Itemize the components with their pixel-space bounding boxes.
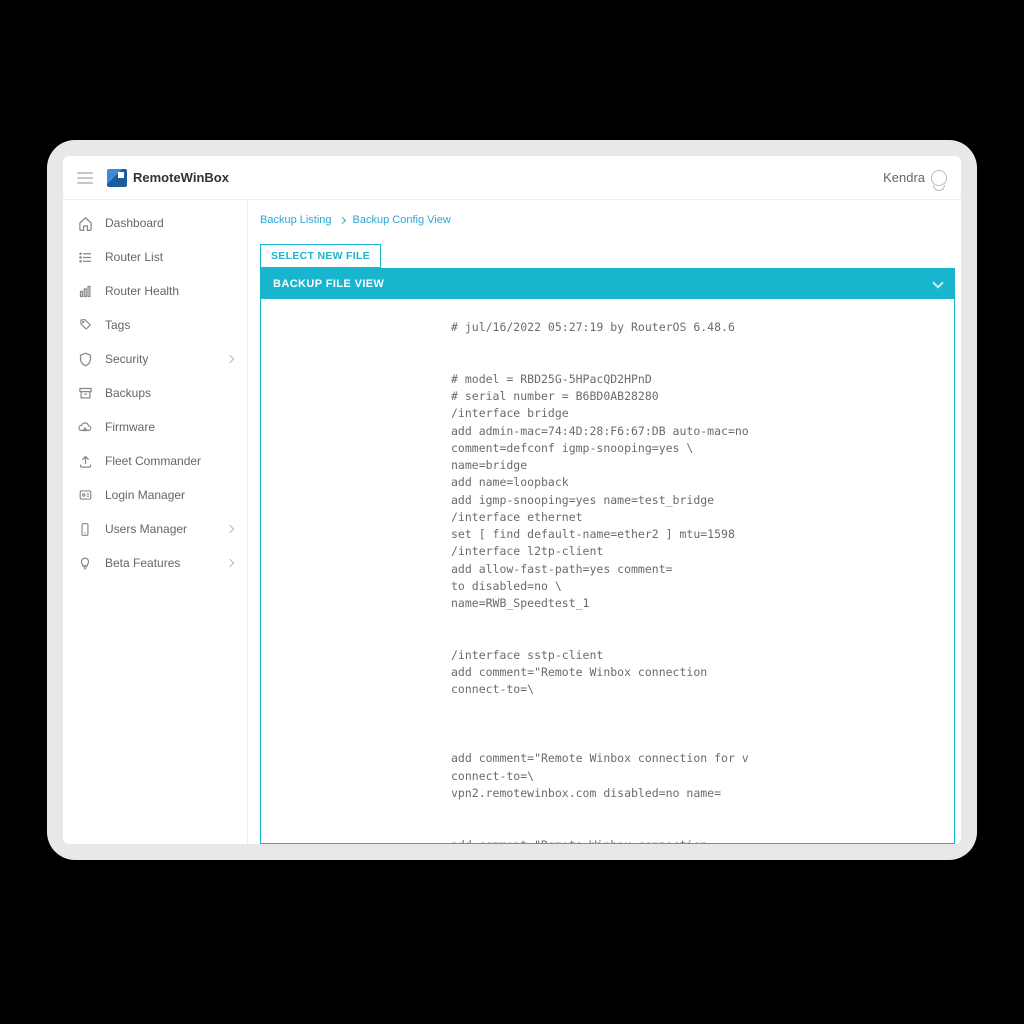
sidebar-item-router-list[interactable]: Router List <box>63 240 247 274</box>
list-icon <box>77 249 93 265</box>
sidebar-item-users-manager[interactable]: Users Manager <box>63 512 247 546</box>
shield-icon <box>77 351 93 367</box>
chevron-right-icon <box>339 216 346 223</box>
backup-file-view-panel: BACKUP FILE VIEW # jul/16/2022 05:27:19 … <box>260 268 955 844</box>
topbar: RemoteWinBox Kendra <box>63 156 961 200</box>
select-new-file-button[interactable]: SELECT NEW FILE <box>260 244 381 268</box>
breadcrumb: Backup Listing Backup Config View <box>260 214 955 226</box>
cloud-icon <box>77 419 93 435</box>
users-icon <box>77 521 93 537</box>
sidebar-item-label: Login Manager <box>105 488 185 502</box>
avatar-icon[interactable] <box>931 170 947 186</box>
menu-icon[interactable] <box>77 172 93 184</box>
home-icon <box>77 215 93 231</box>
sidebar-item-firmware[interactable]: Firmware <box>63 410 247 444</box>
sidebar-item-beta-features[interactable]: Beta Features <box>63 546 247 580</box>
chevron-right-icon <box>226 559 234 567</box>
app-screen: RemoteWinBox Kendra Dashboard Router Lis… <box>63 156 961 844</box>
sidebar: Dashboard Router List Router Health Tags… <box>63 200 248 844</box>
sidebar-item-label: Dashboard <box>105 216 164 230</box>
chevron-right-icon <box>226 525 234 533</box>
sidebar-item-tags[interactable]: Tags <box>63 308 247 342</box>
breadcrumb-backup-config-view[interactable]: Backup Config View <box>353 214 451 226</box>
chevron-right-icon <box>226 355 234 363</box>
user-name[interactable]: Kendra <box>883 170 925 185</box>
main-content: Backup Listing Backup Config View SELECT… <box>248 200 961 844</box>
logo-mark-icon <box>107 169 127 187</box>
sidebar-item-label: Users Manager <box>105 522 187 536</box>
sidebar-item-login-manager[interactable]: Login Manager <box>63 478 247 512</box>
sidebar-item-label: Fleet Commander <box>105 454 201 468</box>
sidebar-item-security[interactable]: Security <box>63 342 247 376</box>
archive-icon <box>77 385 93 401</box>
chevron-down-icon <box>932 277 943 288</box>
upload-icon <box>77 453 93 469</box>
breadcrumb-backup-listing[interactable]: Backup Listing <box>260 214 332 226</box>
tag-icon <box>77 317 93 333</box>
sidebar-item-label: Router List <box>105 250 163 264</box>
chart-icon <box>77 283 93 299</box>
sidebar-item-label: Backups <box>105 386 151 400</box>
brand-name: RemoteWinBox <box>133 170 229 185</box>
brand-logo[interactable]: RemoteWinBox <box>107 169 229 187</box>
panel-header[interactable]: BACKUP FILE VIEW <box>261 269 954 299</box>
sidebar-item-backups[interactable]: Backups <box>63 376 247 410</box>
sidebar-item-router-health[interactable]: Router Health <box>63 274 247 308</box>
sidebar-item-label: Beta Features <box>105 556 180 570</box>
sidebar-item-label: Firmware <box>105 420 155 434</box>
sidebar-item-label: Router Health <box>105 284 179 298</box>
sidebar-item-fleet-commander[interactable]: Fleet Commander <box>63 444 247 478</box>
badge-icon <box>77 487 93 503</box>
sidebar-item-label: Tags <box>105 318 130 332</box>
sidebar-item-label: Security <box>105 352 148 366</box>
backup-file-content: # jul/16/2022 05:27:19 by RouterOS 6.48.… <box>261 299 954 843</box>
sidebar-item-dashboard[interactable]: Dashboard <box>63 206 247 240</box>
tablet-frame: RemoteWinBox Kendra Dashboard Router Lis… <box>47 140 977 860</box>
bulb-icon <box>77 555 93 571</box>
panel-title: BACKUP FILE VIEW <box>273 278 384 290</box>
